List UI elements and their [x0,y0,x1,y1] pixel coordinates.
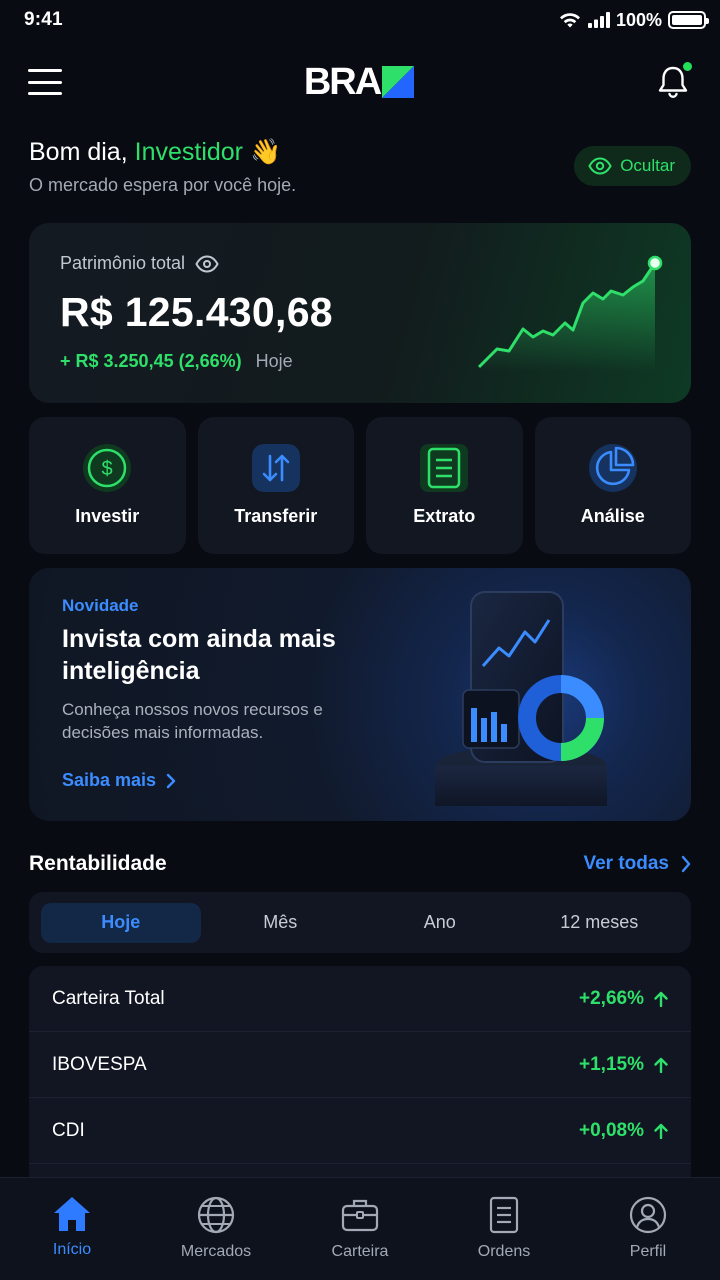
nav-mercados[interactable]: Mercados [144,1178,288,1280]
item-value: +2,66% [579,987,644,1009]
signal-icon [587,12,610,28]
nav-label: Perfil [629,1243,667,1260]
section-title: Rentabilidade [29,852,167,875]
transfer-icon [251,444,300,492]
action-label: Análise [580,506,645,526]
dollar-icon: $ [83,444,132,492]
eye-icon [588,157,612,175]
see-all-label: Ver todas [583,853,669,874]
user-icon [629,1196,667,1234]
nav-perfil[interactable]: Perfil [576,1178,720,1280]
nav-inicio[interactable]: Início [0,1178,144,1280]
svg-text:$: $ [102,458,113,480]
action-label: Investir [75,506,140,526]
action-transferir[interactable]: Transferir [197,417,354,554]
nav-carteira[interactable]: Carteira [288,1178,432,1280]
wifi-icon [559,13,580,28]
item-value: +0,08% [579,1119,644,1141]
tab-ano[interactable]: Ano [360,903,520,943]
item-name: CDI [52,1119,85,1141]
item-name: Carteira Total [52,987,165,1009]
item-name: IBOVESPA [52,1053,147,1075]
balance-period: Hoje [255,351,293,371]
nav-label: Ordens [477,1243,531,1260]
phone-chart-illustration [435,591,607,806]
nav-label: Carteira [331,1243,389,1260]
status-time: 9:41 [24,9,63,30]
eye-icon[interactable] [195,254,219,273]
greeting-line: Bom dia, Investidor 👋 [29,138,296,167]
greeting: Bom dia, Investidor 👋 O mercado espera p… [29,138,296,196]
item-value: +1,15% [579,1053,644,1075]
hamburger-icon[interactable] [28,69,62,95]
wave-emoji: 👋 [249,138,282,166]
promo-description: Conheça nossos novos recursos e decisões… [62,700,323,742]
item-value-row: +2,66% [579,988,668,1010]
logo-flag-icon [382,66,415,98]
nav-label: Início [52,1241,92,1258]
list-item[interactable]: CDI +0,08% [29,1098,691,1164]
promo-tag: Novidade [62,596,139,615]
tab-mes[interactable]: Mês [201,903,361,943]
promo-link-label: Saiba mais [62,770,157,790]
item-value-row: +1,15% [579,1054,668,1076]
action-label: Transferir [234,506,318,526]
chevron-right-icon [681,855,691,873]
document-icon [420,444,469,492]
notification-dot [682,62,692,71]
briefcase-icon [341,1199,379,1232]
tab-hoje[interactable]: Hoje [41,902,201,943]
arrow-up-icon [654,1123,668,1139]
bottom-nav: Início Mercados Carteira Ordens Perfil [0,1177,720,1280]
balance-value: R$ 125.430,68 [60,289,333,335]
home-icon [54,1197,90,1231]
promo-banner[interactable]: Novidade Invista com ainda mais inteligê… [29,568,691,821]
list-item[interactable]: IBOVESPA +1,15% [29,1032,691,1098]
arrow-up-icon [654,1057,668,1073]
hide-values-label: Ocultar [620,156,675,175]
quick-actions: $ Investir Transferir Extrato Análise [29,417,691,554]
greeting-name: Investidor [134,138,244,166]
balance-sparkline [477,255,663,371]
action-analise[interactable]: Análise [534,417,691,554]
balance-label: Patrimônio total [60,253,186,273]
battery-percent: 100% [615,9,662,30]
balance-card: Patrimônio total R$ 125.430,68 + R$ 3.25… [29,223,691,403]
list-icon [489,1196,519,1234]
greeting-prefix: Bom dia, [29,138,128,166]
status-icons: 100% [558,9,709,31]
item-value-row: +0,08% [579,1120,668,1142]
balance-label-row: Patrimônio total [60,253,219,274]
action-label: Extrato [413,506,476,526]
arrow-up-icon [654,991,668,1007]
tab-12-meses[interactable]: 12 meses [520,903,680,943]
bell-icon[interactable] [656,62,692,100]
action-extrato[interactable]: Extrato [366,417,523,554]
logo: BRA [303,60,415,104]
see-all-link[interactable]: Ver todas [583,853,691,875]
greeting-subtitle: O mercado espera por você hoje. [29,175,297,195]
globe-icon [197,1196,235,1234]
balance-change: + R$ 3.250,45 (2,66%) [60,351,242,371]
app-header: BRA [0,50,720,114]
status-bar: 9:41 100% [0,0,720,40]
performance-list: Carteira Total +2,66% IBOVESPA +1,15% CD… [29,966,691,1181]
balance-change-row: + R$ 3.250,45 (2,66%) Hoje [60,351,293,372]
list-item[interactable]: Carteira Total +2,66% [29,966,691,1032]
logo-text: BRA [303,60,382,103]
promo-title: Invista com ainda mais inteligência [62,625,336,685]
action-investir[interactable]: $ Investir [29,417,186,554]
period-tabs: Hoje Mês Ano 12 meses [29,892,691,953]
nav-label: Mercados [180,1243,252,1260]
hide-values-button[interactable]: Ocultar [574,146,691,186]
battery-icon [668,11,709,29]
nav-ordens[interactable]: Ordens [432,1178,576,1280]
pie-chart-icon [588,444,637,492]
promo-link[interactable]: Saiba mais [62,770,176,791]
chevron-right-icon [166,773,176,788]
